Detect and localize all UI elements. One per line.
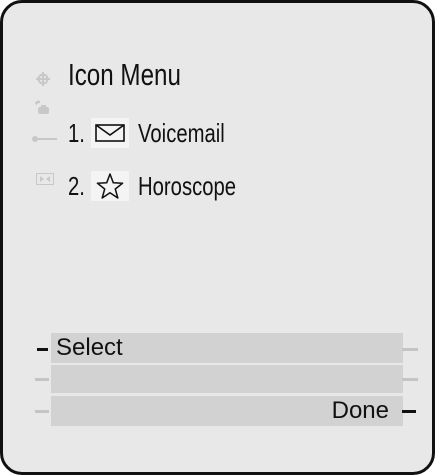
softkey-left-1-marker bbox=[37, 348, 48, 351]
star-icon bbox=[91, 171, 129, 201]
menu-item-horoscope[interactable]: 2. Horoscope bbox=[3, 169, 263, 203]
softkey-right-3-marker bbox=[402, 410, 416, 413]
menu-item-label: Horoscope bbox=[138, 171, 237, 201]
phone-display: Icon Menu 1. Voicemail 2. Horoscope Sele… bbox=[0, 0, 435, 475]
envelope-icon bbox=[91, 118, 129, 148]
softkey-right-1-marker bbox=[402, 348, 418, 351]
softkey-select[interactable]: Select bbox=[56, 333, 123, 363]
phone-handset-icon bbox=[35, 100, 49, 114]
menu-item-number: 1. bbox=[68, 118, 85, 148]
softkey-done[interactable]: Done bbox=[332, 396, 389, 426]
softkey-left-2-marker bbox=[35, 378, 49, 381]
menu-item-label: Voicemail bbox=[138, 118, 225, 148]
softkey-left-3-marker bbox=[35, 410, 49, 413]
menu-item-number: 2. bbox=[68, 171, 85, 201]
softkey-bar-2 bbox=[51, 365, 403, 393]
menu-title: Icon Menu bbox=[68, 57, 181, 92]
menu-item-voicemail[interactable]: 1. Voicemail bbox=[3, 116, 263, 150]
softkey-right-2-marker bbox=[402, 378, 418, 381]
settings-gear-icon bbox=[36, 72, 50, 86]
